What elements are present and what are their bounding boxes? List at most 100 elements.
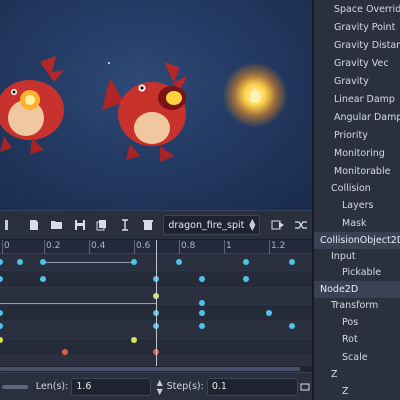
inspector-property[interactable]: Pos [314,314,400,331]
fireball-icon [249,88,261,103]
open-icon[interactable] [46,214,69,236]
inspector-property[interactable]: Space Override [314,1,400,18]
tick-line [134,240,135,254]
tick-line [179,240,180,254]
property-label: Gravity Point [334,22,396,33]
tick-line [2,240,3,254]
keyframe[interactable] [176,259,182,265]
spin-arrows-icon[interactable]: ▲ ▼ [155,378,165,396]
keyframe[interactable] [199,300,205,306]
inspector-property[interactable]: Angular Damp [314,109,400,126]
save-icon[interactable] [68,214,91,236]
dragon-sprite-left[interactable] [0,52,72,162]
group-label: Collision [331,183,371,194]
group-label: Z [331,369,338,380]
step-value: 0.1 [211,381,227,392]
keyframe[interactable] [0,337,3,343]
keyframe[interactable] [17,259,23,265]
tick-label: 1.2 [271,241,286,251]
inspector-property[interactable]: Scale [314,349,400,366]
property-label: Monitoring [334,148,385,159]
keyframe[interactable] [0,323,3,329]
scrollbar-thumb[interactable] [0,367,300,371]
inspector-panel: Space Override Gravity Point Gravity Dis… [312,0,400,400]
property-label: Gravity Distance [334,40,400,51]
property-label: Rot [342,334,358,345]
inspector-property[interactable]: Z [314,383,400,400]
delete-icon[interactable] [137,214,160,236]
inspector-property[interactable]: Gravity Point [314,19,400,36]
keyframe[interactable] [0,310,3,316]
autoplay-icon[interactable] [266,214,289,236]
inspector-property[interactable]: Pickable [314,264,400,281]
keyframe[interactable] [0,259,3,265]
keyframe[interactable] [199,276,205,282]
inspector-property[interactable]: Monitoring [314,145,400,162]
inspector-property[interactable]: Layers [314,197,400,214]
keyframe[interactable] [243,276,249,282]
keyframe[interactable] [131,337,137,343]
inspector-property[interactable]: Gravity [314,73,400,90]
animation-select[interactable]: dragon_fire_spit ▲ ▼ [163,215,261,235]
zoom-slider[interactable] [2,384,28,389]
inspector-property[interactable]: Rot [314,331,400,348]
tick-label: 1 [226,241,232,251]
inspector-group-transform[interactable]: Transform [314,297,400,314]
keyframe[interactable] [289,323,295,329]
dragon-sprite-right[interactable] [100,58,196,168]
property-label: Scale [342,352,368,363]
scene-viewport[interactable] [0,0,312,210]
len-field[interactable]: 1.6 [71,377,151,396]
origin-marker [108,62,110,64]
tick-line [44,240,45,254]
inspector-property[interactable]: Mask [314,215,400,232]
duplicate-icon[interactable] [91,214,114,236]
step-field[interactable]: 0.1 [206,377,299,396]
step-label: Step(s): [166,381,204,392]
inspector-property[interactable]: Gravity Vec [314,55,400,72]
rename-icon[interactable] [114,214,137,236]
tick-line [269,240,270,254]
keyframe[interactable] [266,310,272,316]
keyframe[interactable] [0,276,3,282]
timeline-playhead[interactable] [156,240,157,372]
property-label: Angular Damp [334,112,400,123]
len-value: 1.6 [76,381,92,392]
list-icon[interactable] [0,214,23,236]
property-label: Monitorable [334,166,391,177]
spin-arrows-icon: ▲ ▼ [249,217,256,232]
property-label: Gravity Vec [334,58,389,69]
keyframe-span [43,262,134,263]
tick-label: 0.4 [91,241,106,251]
inspector-property[interactable]: Priority [314,127,400,144]
inspector-group-z[interactable]: Z [314,366,400,383]
inspector-property[interactable]: Linear Damp [314,91,400,108]
keyframe[interactable] [199,323,205,329]
inspector-section-collisionobject2d[interactable]: CollisionObject2D [314,232,400,249]
group-label: Transform [331,300,379,311]
keyframe[interactable] [131,259,137,265]
inspector-section-node2d[interactable]: Node2D [314,281,400,298]
keyframe[interactable] [40,259,46,265]
inspector-property[interactable]: Gravity Distance [314,37,400,54]
new-icon[interactable] [23,214,46,236]
keyframe[interactable] [199,310,205,316]
keyframe[interactable] [62,349,68,355]
tick-label: 0.6 [136,241,151,251]
inspector-group-collision[interactable]: Collision [314,180,400,197]
loop-icon[interactable] [298,376,312,398]
animation-name: dragon_fire_spit [168,219,245,231]
property-label: Pos [342,317,359,328]
blend-icon[interactable] [289,214,312,236]
tick-line [89,240,90,254]
property-label: Z [342,386,349,397]
tick-label: 0 [4,241,10,251]
inspector-property[interactable]: Monitorable [314,163,400,180]
keyframe[interactable] [289,259,295,265]
tick-label: 0.8 [181,241,196,251]
keyframe[interactable] [40,276,46,282]
keyframe[interactable] [243,259,249,265]
tick-label: 0.2 [46,241,61,251]
inspector-group-input[interactable]: Input [314,248,400,265]
len-label: Len(s): [35,381,69,392]
